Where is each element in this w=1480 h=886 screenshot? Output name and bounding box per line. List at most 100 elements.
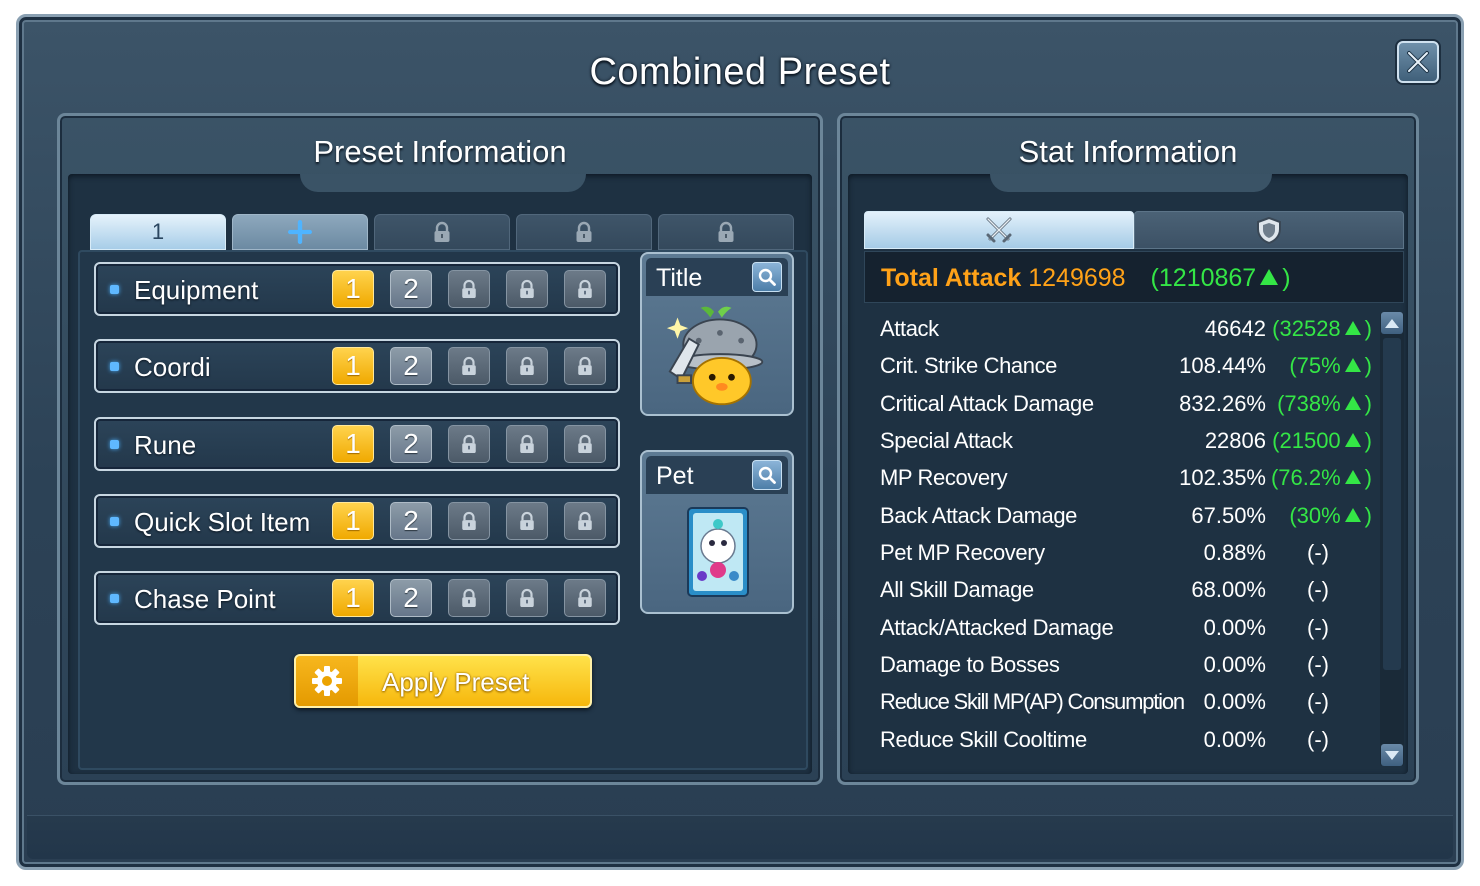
rune-preset-1-button[interactable]: 1 [332, 425, 374, 463]
rune-preset-locked-button[interactable] [564, 425, 606, 463]
increase-arrow-icon [1344, 358, 1361, 372]
lock-icon [520, 511, 534, 530]
apply-preset-button[interactable]: Apply Preset [294, 654, 592, 708]
preset-tab-1[interactable]: 1 [90, 214, 226, 250]
total-attack-diff: (1210867) [1150, 264, 1291, 292]
stat-row-special-attack: Special Attack 22806 (21500) [880, 424, 1376, 460]
lock-icon [576, 221, 592, 242]
pet-card[interactable]: Pet [640, 450, 794, 614]
equipment-preset-locked-button[interactable] [448, 270, 490, 308]
pet-card-label: Pet [656, 462, 694, 490]
magnifier-icon [758, 466, 776, 484]
lock-icon [520, 279, 534, 298]
stat-name: Back Attack Damage [880, 503, 1078, 528]
slot-label: Quick Slot Item [134, 507, 311, 537]
preset-information-panel: Preset Information 1 Equipment 1 2 Coord… [57, 113, 823, 785]
stat-row-crit-strike-chance: Crit. Strike Chance 108.44% (75%) [880, 349, 1376, 385]
stat-name: Damage to Bosses [880, 652, 1060, 677]
chase-point-preset-locked-button[interactable] [564, 579, 606, 617]
stat-diff: (32528) [1272, 316, 1372, 341]
coordi-preset-2-button[interactable]: 2 [390, 347, 432, 385]
slot-label: Chase Point [134, 584, 276, 614]
title-card[interactable]: Title [640, 252, 794, 416]
equipment-preset-locked-button[interactable] [564, 270, 606, 308]
total-attack-label: Total Attack [881, 264, 1022, 292]
total-attack-summary: Total Attack 1249698 (1210867) [864, 251, 1404, 303]
coordi-preset-locked-button[interactable] [448, 347, 490, 385]
gear-icon [312, 666, 342, 696]
quick-slot-preset-locked-button[interactable] [448, 502, 490, 540]
slot-row-chase-point: Chase Point 1 2 [94, 571, 620, 625]
quick-slot-preset-1-button[interactable]: 1 [332, 502, 374, 540]
preset-tab-locked-3[interactable] [374, 214, 510, 250]
arrow-up-icon [1385, 318, 1399, 328]
quick-slot-preset-locked-button[interactable] [564, 502, 606, 540]
stat-row-reduce-skill-cooltime: Reduce Skill Cooltime 0.00% (-) [880, 723, 1376, 759]
scroll-thumb[interactable] [1383, 338, 1401, 670]
rune-preset-locked-button[interactable] [506, 425, 548, 463]
bullet-icon [110, 440, 119, 449]
attack-stats-tab[interactable] [864, 211, 1134, 249]
quick-slot-preset-2-button[interactable]: 2 [390, 502, 432, 540]
lock-icon [718, 221, 734, 242]
increase-arrow-icon [1344, 433, 1361, 447]
stat-value: 0.88% [1203, 540, 1266, 565]
stat-name: Special Attack [880, 428, 1013, 453]
stat-diff: (-) [1307, 652, 1329, 677]
chase-point-preset-2-button[interactable]: 2 [390, 579, 432, 617]
coordi-preset-1-button[interactable]: 1 [332, 347, 374, 385]
stat-diff: (-) [1307, 615, 1329, 640]
stat-value: 22806 [1204, 428, 1266, 453]
coordi-preset-locked-button[interactable] [564, 347, 606, 385]
stat-name: Pet MP Recovery [880, 540, 1045, 565]
slot-label: Rune [134, 430, 197, 460]
preset-tab-locked-4[interactable] [516, 214, 652, 250]
chase-point-preset-locked-button[interactable] [448, 579, 490, 617]
coordi-preset-locked-button[interactable] [506, 347, 548, 385]
lock-icon [578, 279, 592, 298]
preset-tab-add[interactable] [232, 214, 368, 250]
stat-row-mp-recovery: MP Recovery 102.35% (76.2%) [880, 461, 1376, 497]
stat-row-critical-attack-damage: Critical Attack Damage 832.26% (738%) [880, 387, 1376, 423]
scroll-up-button[interactable] [1381, 312, 1403, 334]
close-icon [1407, 51, 1429, 73]
rune-preset-locked-button[interactable] [448, 425, 490, 463]
stat-row-pet-mp-recovery: Pet MP Recovery 0.88% (-) [880, 536, 1376, 572]
chase-point-preset-locked-button[interactable] [506, 579, 548, 617]
stat-value: 0.00% [1203, 652, 1266, 677]
scroll-down-button[interactable] [1381, 744, 1403, 766]
defense-stats-tab[interactable] [1134, 211, 1404, 249]
stat-information-panel: Stat Information Total Attack 1249698 (1… [837, 113, 1419, 785]
increase-arrow-icon [1344, 508, 1361, 522]
title-search-button[interactable] [752, 262, 782, 292]
lock-icon [462, 356, 476, 375]
equipment-preset-locked-button[interactable] [506, 270, 548, 308]
stat-name: Reduce Skill MP(AP) Consumption [880, 689, 1185, 714]
lock-icon [462, 588, 476, 607]
chase-point-preset-1-button[interactable]: 1 [332, 579, 374, 617]
stat-diff: (30%) [1289, 503, 1372, 528]
quick-slot-preset-locked-button[interactable] [506, 502, 548, 540]
equipment-preset-2-button[interactable]: 2 [390, 270, 432, 308]
lock-icon [462, 511, 476, 530]
stat-diff: (21500) [1272, 428, 1372, 453]
pet-search-button[interactable] [752, 460, 782, 490]
lock-icon [578, 356, 592, 375]
lock-icon [578, 511, 592, 530]
lock-icon [520, 356, 534, 375]
slot-row-coordi: Coordi 1 2 [94, 339, 620, 393]
preset-tab-locked-5[interactable] [658, 214, 794, 250]
total-attack-value: 1249698 [1028, 264, 1126, 292]
bullet-icon [110, 362, 119, 371]
combined-preset-window: Combined Preset Preset Information 1 Equ… [16, 14, 1464, 870]
equipment-preset-1-button[interactable]: 1 [332, 270, 374, 308]
stat-value: 102.35% [1179, 465, 1266, 490]
rune-preset-2-button[interactable]: 2 [390, 425, 432, 463]
lock-icon [462, 279, 476, 298]
stat-diff: (-) [1307, 689, 1329, 714]
close-button[interactable] [1397, 41, 1439, 83]
stat-scrollbar[interactable] [1380, 312, 1404, 766]
stat-list: Attack 46642 (32528) Crit. Strike Chance… [864, 312, 1376, 776]
window-footer [27, 815, 1453, 859]
plus-icon [288, 220, 312, 244]
